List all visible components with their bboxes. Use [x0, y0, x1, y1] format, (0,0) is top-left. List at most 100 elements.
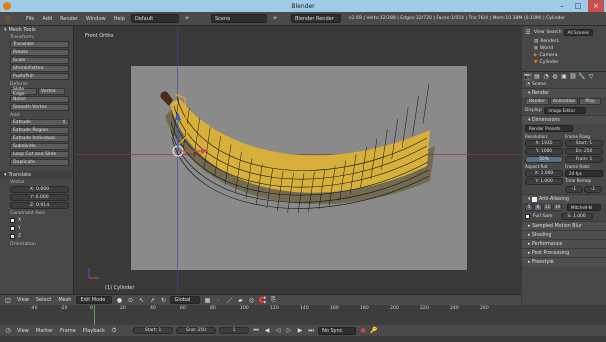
mesh-tools-panel-header[interactable]: ▾ Mesh Tools	[0, 26, 73, 34]
timeline-editor-icon[interactable]: ◷	[4, 327, 12, 335]
object-tab-icon[interactable]: ▣	[560, 73, 568, 81]
performance-section[interactable]: ▸ Performance	[522, 239, 606, 248]
next-keyframe-icon[interactable]: ▶	[296, 327, 304, 335]
close-button[interactable]: ×	[588, 0, 604, 12]
world-tab-icon[interactable]: ◍	[551, 73, 559, 81]
aspect-y-field[interactable]: Y: 1.000	[525, 178, 563, 185]
extrude-dropdown[interactable]: Extrude ⇕	[10, 119, 69, 126]
shrink-fatten-button[interactable]: Shrink/Fatten	[10, 65, 69, 72]
menu-marker[interactable]: Marker	[34, 328, 55, 334]
translate-manipulator-icon[interactable]: ↗	[148, 296, 156, 304]
scale-button[interactable]: Scale	[10, 57, 69, 64]
shading-section[interactable]: ▸ Shading	[522, 230, 606, 239]
resolution-percent-field[interactable]: 50%	[525, 156, 563, 163]
menu-mesh[interactable]: Mesh	[56, 297, 73, 303]
resolution-y-field[interactable]: Y: 1080	[525, 148, 563, 155]
render-preview-icon[interactable]: ⎘	[269, 296, 277, 304]
extrude-region-button[interactable]: Extrude Region	[10, 127, 69, 134]
timeline-start-field[interactable]: Start: 1	[133, 327, 174, 334]
menu-view[interactable]: View	[15, 328, 31, 334]
timeline-end-field[interactable]: End: 250	[176, 327, 217, 334]
duplicate-button[interactable]: Duplicate	[10, 159, 69, 166]
timeline-playhead[interactable]	[94, 305, 95, 325]
aa-samples-8-button[interactable]: 8	[534, 204, 542, 211]
outliner-editor-icon[interactable]: ☰	[524, 28, 532, 36]
add-layout-icon[interactable]: +	[183, 15, 191, 23]
render-presets-dropdown[interactable]: Render Presets	[525, 125, 573, 132]
dimensions-section-header[interactable]: ▾ Dimensions	[522, 115, 606, 124]
outliner-item-cylinder[interactable]: ▼ Cylinder	[522, 59, 606, 66]
frame-step-field[interactable]: Fram: 1	[565, 156, 603, 163]
manipulator-icon[interactable]: ↖	[137, 296, 145, 304]
extrude-individual-button[interactable]: Extrude Individual	[10, 135, 69, 142]
proportional-edit-icon[interactable]: ◎	[247, 296, 255, 304]
aa-samples-11-button[interactable]: 11	[543, 204, 552, 211]
render-section-header[interactable]: ▾ Render	[522, 88, 606, 97]
outliner-display-mode[interactable]: All Scenes	[563, 28, 593, 36]
start-frame-field[interactable]: Start: 1	[565, 140, 603, 147]
orientation-selector[interactable]: Global	[170, 296, 201, 304]
menu-view[interactable]: View	[15, 297, 31, 303]
timeline[interactable]: -40 -20 0 20 40 60 80 100 120 140 160 180 200 220 240 2…	[0, 305, 606, 325]
face-select-icon[interactable]: ▰	[236, 296, 244, 304]
outliner-view-menu[interactable]: View	[534, 30, 544, 35]
play-reverse-icon[interactable]: ◁	[274, 327, 282, 335]
menu-add[interactable]: Add	[40, 16, 54, 22]
info-editor-icon[interactable]: ⓘ	[4, 15, 12, 24]
render-tab-icon[interactable]: 📷	[524, 72, 532, 81]
translate-button[interactable]: Translate	[10, 41, 69, 48]
post-processing-section[interactable]: ▸ Post Processing	[522, 248, 606, 257]
aa-filter-dropdown[interactable]: Mitchell-N	[567, 204, 601, 211]
current-frame-field[interactable]: 1	[219, 327, 250, 334]
constraints-tab-icon[interactable]: ⛓	[569, 73, 577, 81]
animation-button[interactable]: Animation	[550, 98, 578, 105]
menu-file[interactable]: File	[24, 16, 36, 22]
antialiasing-checkbox-icon[interactable]	[531, 196, 537, 202]
data-tab-icon[interactable]: ▽	[587, 73, 595, 81]
slide-vertex-button[interactable]: Vertex	[38, 88, 65, 95]
aa-samples-5-button[interactable]: 5	[525, 204, 533, 211]
shading-mode-icon[interactable]: ●	[115, 296, 123, 304]
menu-frame[interactable]: Frame	[58, 328, 78, 334]
mode-selector[interactable]: Edit Mode	[76, 296, 113, 304]
3d-view-editor-icon[interactable]: ◫	[4, 296, 12, 304]
filter-size-field[interactable]: S: 1.000	[560, 213, 593, 220]
scene-selector[interactable]: Scene	[211, 14, 267, 23]
aspect-x-field[interactable]: X: 1.000	[525, 170, 563, 177]
full-sample-checkbox[interactable]: Full Sam	[525, 213, 553, 220]
vector-x-field[interactable]: X: 0.000	[10, 186, 69, 193]
end-frame-field[interactable]: En: 250	[565, 148, 603, 155]
snap-icon[interactable]: 🧲	[258, 296, 266, 304]
layers-icon[interactable]: ▦	[203, 296, 211, 304]
jump-start-icon[interactable]: ⏮	[252, 327, 260, 335]
aa-samples-16-button[interactable]: 16	[553, 204, 562, 211]
prev-keyframe-icon[interactable]: ◀	[263, 327, 271, 335]
menu-window[interactable]: Window	[84, 16, 108, 22]
scene-tab-icon[interactable]: ◔	[542, 73, 550, 81]
constraint-z-checkbox[interactable]: ✓ Z	[10, 233, 69, 240]
rotate-button[interactable]: Rotate	[10, 49, 69, 56]
record-icon[interactable]: ●	[359, 327, 367, 335]
resolution-x-field[interactable]: X: 1920	[525, 140, 563, 147]
slide-edge-button[interactable]: Slide Edge	[10, 87, 37, 97]
sampled-motion-blur-section[interactable]: ▸ Sampled Motion Blur	[522, 221, 606, 230]
add-scene-icon[interactable]: +	[271, 15, 279, 23]
push-pull-button[interactable]: Push/Pull	[10, 73, 69, 80]
play-button[interactable]: Play	[579, 98, 601, 105]
menu-select[interactable]: Select	[34, 297, 53, 303]
layers-tab-icon[interactable]: ▤	[533, 73, 541, 81]
antialiasing-section-header[interactable]: ▾ Anti-Aliasing	[522, 194, 606, 203]
constraint-y-checkbox[interactable]: Y	[10, 225, 69, 232]
menu-playback[interactable]: Playback	[81, 328, 107, 334]
outliner-search-menu[interactable]: Search	[546, 30, 561, 35]
render-button[interactable]: Render	[525, 98, 549, 105]
fps-dropdown[interactable]: 24 fps	[565, 170, 603, 177]
constraint-x-checkbox[interactable]: X	[10, 217, 69, 224]
freestyle-section[interactable]: ▸ Freestyle	[522, 257, 606, 266]
vertex-select-icon[interactable]: ⋅	[214, 296, 222, 304]
render-engine-selector[interactable]: Blender Render	[291, 14, 341, 23]
noise-button[interactable]: Noise	[10, 96, 69, 103]
edge-select-icon[interactable]: ／	[225, 296, 233, 305]
pivot-point-icon[interactable]: ⊙	[126, 296, 134, 304]
loop-cut-button[interactable]: Loop Cut and Slide	[10, 151, 69, 158]
